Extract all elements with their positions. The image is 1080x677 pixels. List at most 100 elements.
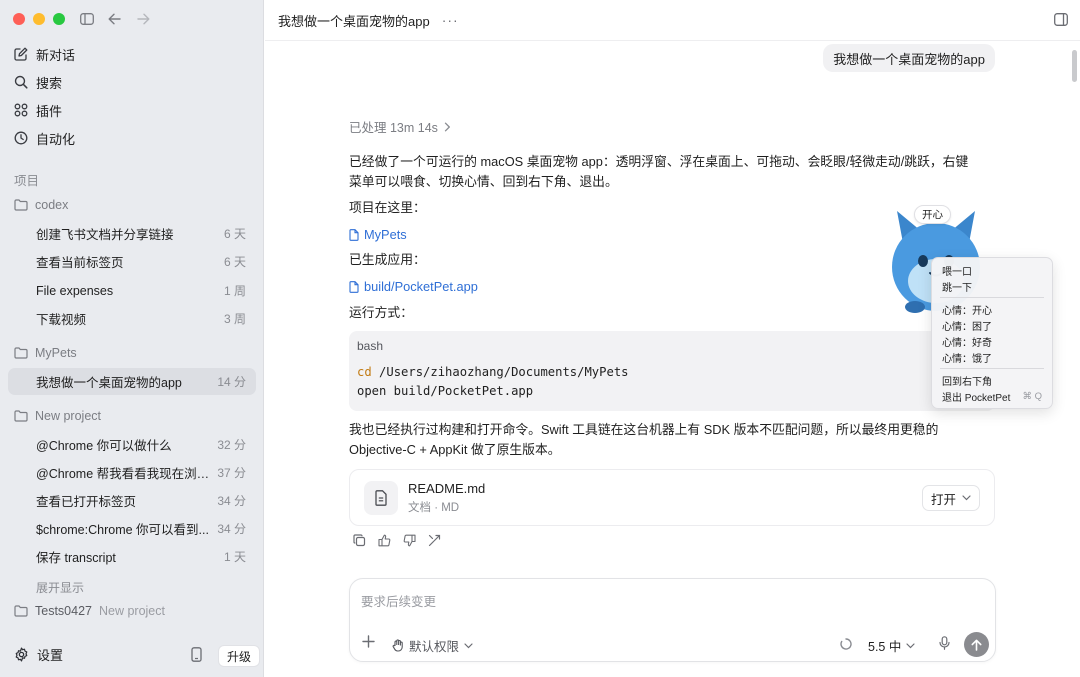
thread-item[interactable]: 创建飞书文档并分享链接 6 天 [8,220,256,247]
processed-indicator[interactable]: 已处理 13m 14s [349,117,995,136]
nav-plugins[interactable]: 插件 [8,97,256,123]
composer-input[interactable]: 要求后续变更 [361,591,436,610]
menu-item-jump[interactable]: 跳一下 [932,278,1052,294]
project-subtitle: New project [98,604,165,618]
thread-title: File expenses [36,283,114,298]
thread-time: 34 分 [217,494,246,508]
folder-icon [14,410,28,422]
thumbs-up-icon[interactable] [378,534,391,547]
menu-item-mood-happy[interactable]: 心情：开心 [932,301,1052,317]
microphone-icon[interactable] [939,636,950,653]
app-link-label: build/PocketPet.app [364,279,478,294]
thread-title: @Chrome 帮我看看我现在浏览... [36,467,218,481]
project-link[interactable]: MyPets [349,227,407,242]
project-folder-new-project[interactable]: New project [8,404,256,428]
processed-label: 已处理 13m 14s [349,121,438,135]
message-composer[interactable]: 要求后续变更 默认权限 5.5 中 [349,578,996,662]
more-options-icon[interactable]: ··· [442,12,459,28]
assistant-paragraph: 我也已经执行过构建和打开命令。Swift 工具链在这台机器上有 SDK 版本不匹… [349,422,939,457]
nav-label: 自动化 [36,131,76,147]
projects-section-label: 项目 [14,174,40,188]
thread-title: 创建飞书文档并分享链接 [36,228,174,242]
show-more-link[interactable]: 展开显示 [36,579,84,596]
menu-shortcut: ⌘ Q [1022,390,1042,402]
thread-item-active[interactable]: 我想做一个桌面宠物的app 14 分 [8,368,256,395]
loading-spinner-icon [840,638,852,653]
menu-item-mood-hungry[interactable]: 心情：饿了 [932,349,1052,365]
project-name: codex [35,198,69,212]
scrollbar[interactable] [1072,50,1077,82]
search-icon [14,75,28,89]
thread-item[interactable]: 查看当前标签页 6 天 [8,248,256,275]
project-name: Tests0427 [35,604,92,618]
thread-title: 我想做一个桌面宠物的app [36,376,182,390]
model-selector[interactable]: 5.5 中 [868,636,915,655]
nav-label: 搜索 [36,75,63,91]
forward-arrow-icon[interactable] [134,10,152,28]
back-arrow-icon[interactable] [105,10,123,28]
nav-label: 新对话 [36,47,76,63]
document-icon [364,480,398,515]
open-label: 打开 [930,492,956,507]
thread-item[interactable]: @Chrome 帮我看看我现在浏览... 37 分 [8,459,256,486]
settings-button[interactable]: 设置 [14,645,63,664]
thread-title: 查看已打开标签页 [36,495,137,509]
thread-title: 查看当前标签页 [36,256,124,270]
fork-icon[interactable] [428,534,441,547]
sidebar: 新对话 搜索 插件 自动化 项目 codex 创建飞书文档并分享链接 6 天 查看… [0,0,264,677]
code-language-label: bash [357,339,384,353]
folder-icon [14,199,28,211]
thread-time: 1 周 [223,284,246,298]
project-folder-tests0427[interactable]: Tests0427 New project [14,604,165,618]
thread-time: 6 天 [223,255,246,269]
project-name: MyPets [35,346,77,360]
compose-icon [14,47,28,61]
send-button[interactable] [964,632,989,657]
thread-time: 3 周 [223,312,246,326]
menu-item-return-corner[interactable]: 回到右下角 [932,372,1052,388]
chevron-down-icon [464,642,473,648]
thread-item[interactable]: 查看已打开标签页 34 分 [8,487,256,514]
window-controls [13,13,65,25]
open-file-button[interactable]: 打开 [921,485,980,511]
minimize-window-button[interactable] [33,13,45,25]
upgrade-button[interactable]: 升级 [218,645,261,667]
thread-item[interactable]: 保存 transcript 1 天 [8,543,256,570]
thread-time: 6 天 [223,227,246,241]
menu-item-mood-sleepy[interactable]: 心情：困了 [932,317,1052,333]
code-block[interactable]: bash cd /Users/zihaozhang/Documents/MyPe… [349,331,995,411]
menu-separator [940,297,1044,298]
nav-search[interactable]: 搜索 [8,69,256,95]
project-folder-mypets[interactable]: MyPets [8,341,256,365]
phone-icon[interactable] [191,647,202,665]
chat-header: 我想做一个桌面宠物的app ··· [265,0,1080,41]
clock-icon [14,131,28,145]
project-folder-codex[interactable]: codex [8,193,256,217]
thread-title: $chrome:Chrome 你可以看到... [36,523,209,537]
zoom-window-button[interactable] [53,13,65,25]
close-window-button[interactable] [13,13,25,25]
add-attachment-icon[interactable] [362,635,375,651]
thread-item[interactable]: $chrome:Chrome 你可以看到... 34 分 [8,515,256,542]
nav-label: 插件 [36,103,63,119]
menu-separator [940,368,1044,369]
sidebar-toggle-icon[interactable] [78,10,96,28]
thread-time: 34 分 [217,522,246,536]
menu-item-quit[interactable]: 退出 PocketPet ⌘ Q [932,388,1052,404]
thread-item[interactable]: 下载视频 3 周 [8,305,256,332]
menu-item-mood-curious[interactable]: 心情：好奇 [932,333,1052,349]
thread-item[interactable]: @Chrome 你可以做什么 32 分 [8,431,256,458]
app-link[interactable]: build/PocketPet.app [349,279,478,294]
menu-item-feed[interactable]: 喂一口 [932,262,1052,278]
copy-icon[interactable] [353,534,366,547]
permission-selector[interactable]: 默认权限 [392,636,473,655]
thread-item[interactable]: File expenses 1 周 [8,277,256,304]
readme-file-card[interactable]: README.md 文档 · MD 打开 [349,469,995,526]
code-line: open build/PocketPet.app [357,384,534,398]
nav-automation[interactable]: 自动化 [8,125,256,151]
nav-new-chat[interactable]: 新对话 [8,41,256,67]
side-panel-toggle-icon[interactable] [1054,13,1068,29]
message-actions [349,534,995,547]
thumbs-down-icon[interactable] [403,534,416,547]
pet-mood-bubble: 开心 [914,205,951,224]
